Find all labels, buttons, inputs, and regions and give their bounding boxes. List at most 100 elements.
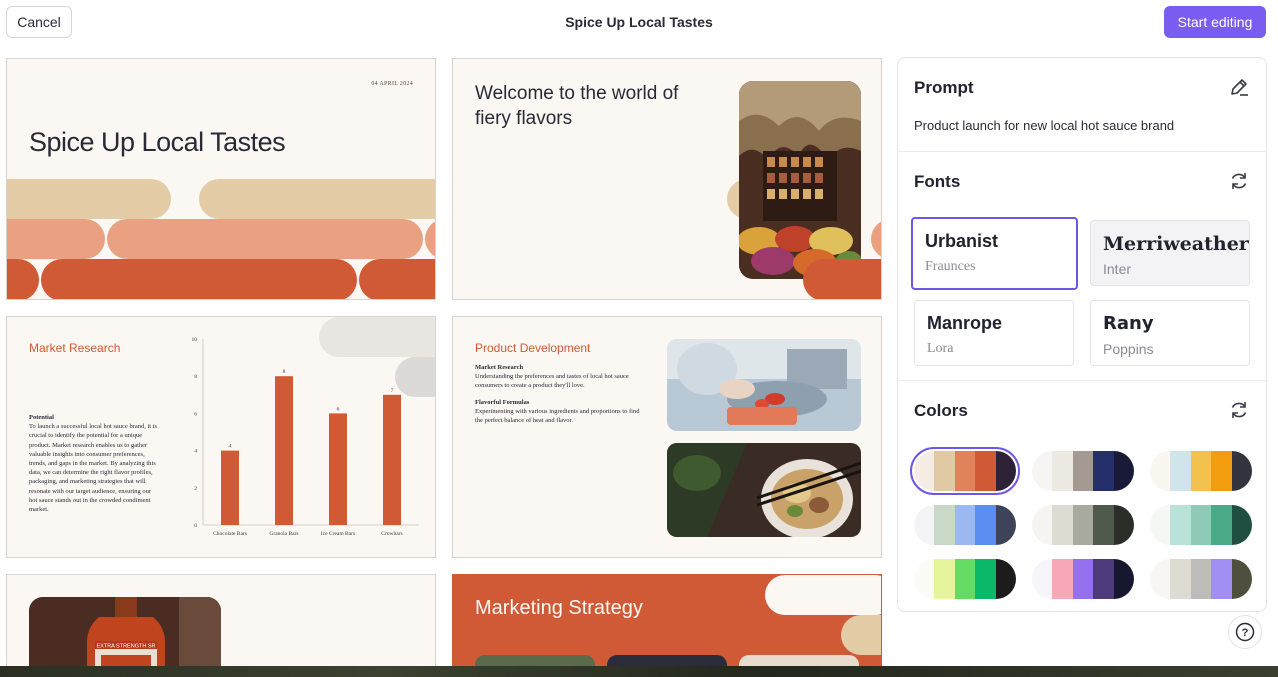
bar-chart: 0 2 4 6 8 10 4 Chocolate Bars 8 Granola Bars 6 Ice …: [192, 337, 419, 537]
prompt-text: Product launch for new local hot sauce b…: [914, 118, 1175, 133]
top-bar: Cancel Spice Up Local Tastes Start editi…: [0, 0, 1278, 46]
bar: [275, 376, 293, 525]
fonts-section: Fonts Urbanist Fraunces Merriweather Int…: [898, 152, 1266, 381]
color-swatch: [975, 559, 996, 599]
font-option-merriweather[interactable]: Merriweather Inter: [1090, 220, 1250, 286]
spice-market-photo: [739, 81, 861, 279]
slide-body-text: Market Research Understanding the prefer…: [475, 363, 645, 425]
prompt-heading: Prompt: [914, 78, 974, 97]
y-tick-label: 4: [194, 449, 197, 455]
bar-value-label: 7: [391, 388, 394, 394]
color-swatch: [1032, 559, 1053, 599]
color-swatch: [1211, 505, 1232, 545]
color-swatch: [914, 505, 935, 545]
help-button[interactable]: ?: [1228, 615, 1262, 649]
color-swatch: [1072, 451, 1094, 491]
color-swatch: [1032, 451, 1053, 491]
color-swatch: [914, 451, 935, 491]
color-swatch: [1231, 505, 1252, 545]
slide-title: Welcome to the world of fiery flavors: [475, 83, 679, 129]
slide-thumbnail-6[interactable]: Marketing Strategy: [452, 574, 882, 674]
font-option-urbanist[interactable]: Urbanist Fraunces: [911, 217, 1078, 290]
bar: [221, 450, 239, 525]
body-paragraph: Understanding the preferences and tastes…: [475, 373, 629, 389]
color-swatch: [954, 451, 976, 491]
color-palette-option-3[interactable]: [1150, 451, 1252, 491]
body-paragraph: To launch a successful local hot sauce b…: [29, 423, 158, 514]
color-palette-option-5[interactable]: [1032, 505, 1134, 545]
slide-body-text: Potential To launch a successful local h…: [29, 413, 159, 514]
color-palette-option-2[interactable]: [1032, 451, 1134, 491]
colors-section: Colors: [898, 381, 1266, 611]
bar-value-label: 6: [337, 406, 340, 412]
slide-thumbnail-4[interactable]: Product Development Market Research Unde…: [452, 316, 882, 558]
decorative-pill: [841, 615, 881, 655]
color-swatch: [1113, 559, 1134, 599]
color-swatch: [1032, 505, 1053, 545]
fonts-heading: Fonts: [914, 172, 961, 191]
color-swatch: [1170, 451, 1191, 491]
edit-pencil-icon[interactable]: [1228, 76, 1250, 98]
slide-thumbnail-1[interactable]: 04 APRIL 2024 Spice Up Local Tastes: [6, 58, 436, 300]
body-heading: Potential: [29, 414, 54, 421]
slide-thumbnail-2[interactable]: Welcome to the world of fiery flavors: [452, 58, 882, 300]
font-heading-name: Merriweather: [1103, 233, 1249, 255]
color-swatch: [995, 451, 1016, 491]
hot-sauce-bottle-photo: EXTRA STRENGTH SR: [29, 597, 221, 673]
y-tick-label: 10: [192, 337, 198, 343]
color-swatch: [934, 559, 955, 599]
settings-panel: Prompt Product launch for new local hot …: [897, 57, 1267, 612]
color-palette-option-1[interactable]: [910, 447, 1020, 495]
color-swatch: [1093, 451, 1114, 491]
color-swatch: [1052, 451, 1073, 491]
decorative-pill: [765, 575, 881, 615]
refresh-colors-icon[interactable]: [1228, 399, 1250, 421]
y-tick-label: 6: [194, 411, 197, 417]
color-swatch: [1072, 559, 1094, 599]
color-palette-option-4[interactable]: [914, 505, 1016, 545]
bar-value-label: 4: [229, 444, 232, 450]
question-icon: ?: [1235, 622, 1255, 642]
slide-thumbnail-5[interactable]: EXTRA STRENGTH SR: [6, 574, 436, 674]
color-swatch: [1190, 505, 1212, 545]
color-swatch: [934, 505, 955, 545]
color-palette-option-8[interactable]: [1032, 559, 1134, 599]
food-bowl-photo: [667, 443, 861, 537]
y-tick-label: 8: [194, 374, 197, 380]
slide-thumbnail-3[interactable]: Market Research Potential To launch a su…: [6, 316, 436, 558]
color-swatch: [995, 505, 1016, 545]
font-option-rany[interactable]: Rany Poppins: [1090, 300, 1250, 366]
color-swatch: [1093, 559, 1114, 599]
start-editing-button[interactable]: Start editing: [1164, 6, 1266, 38]
color-swatch: [1211, 451, 1232, 491]
font-heading-name: Manrope: [927, 313, 1003, 333]
color-swatch: [1150, 451, 1171, 491]
color-swatch: [1190, 559, 1212, 599]
x-tick-label: Ice Cream Bars: [321, 531, 355, 537]
font-option-manrope[interactable]: Manrope Lora: [914, 300, 1074, 366]
color-swatch: [1113, 451, 1134, 491]
color-palette-option-9[interactable]: [1150, 559, 1252, 599]
slide-title: Market Research: [29, 341, 121, 355]
colors-heading: Colors: [914, 401, 968, 420]
font-body-name: Lora: [927, 341, 954, 356]
font-body-name: Fraunces: [925, 259, 976, 274]
bar: [383, 394, 401, 525]
x-tick-label: Chocolate Bars: [213, 531, 247, 537]
color-swatch: [1211, 559, 1232, 599]
bottle-label-text: EXTRA STRENGTH SR: [97, 644, 156, 650]
color-palette-option-6[interactable]: [1150, 505, 1252, 545]
color-swatch: [1231, 451, 1252, 491]
color-swatch: [1072, 505, 1094, 545]
color-palette-option-7[interactable]: [914, 559, 1016, 599]
y-tick-label: 2: [194, 486, 197, 492]
font-heading-name: Urbanist: [925, 231, 999, 251]
color-swatch: [1052, 559, 1073, 599]
refresh-fonts-icon[interactable]: [1228, 170, 1250, 192]
color-swatch: [1150, 559, 1171, 599]
color-swatch: [1190, 451, 1212, 491]
color-swatch: [975, 451, 996, 491]
x-tick-label: Granola Bars: [269, 531, 298, 537]
slide-title: Marketing Strategy: [475, 597, 643, 619]
color-swatch: [954, 505, 976, 545]
